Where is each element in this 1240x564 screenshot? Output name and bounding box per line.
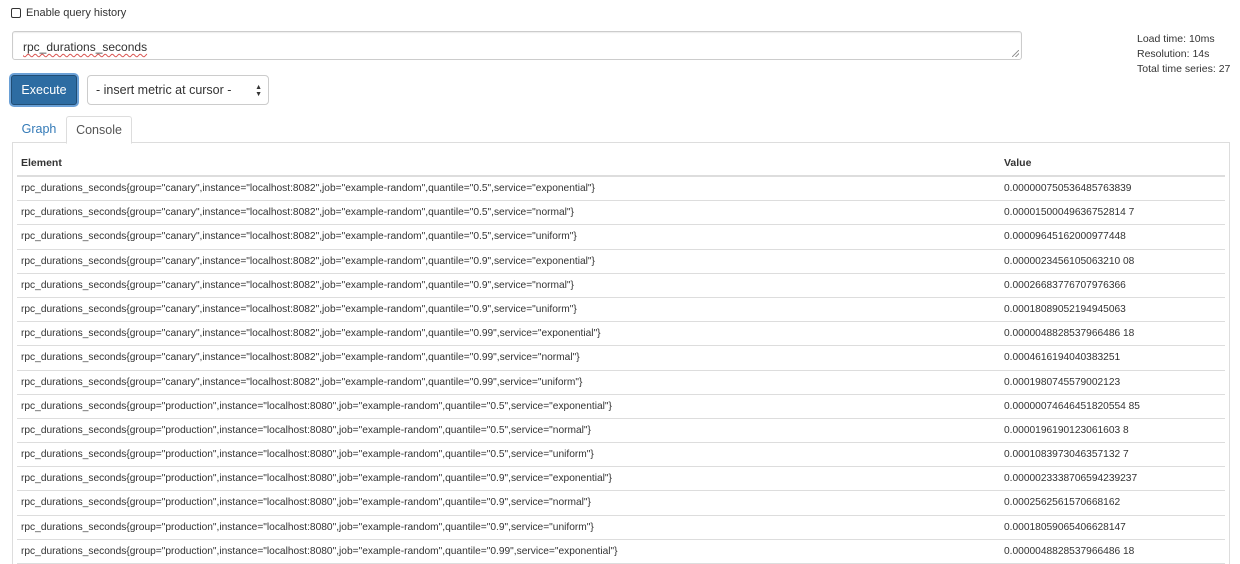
expression-input[interactable]: rpc_durations_seconds xyxy=(12,31,1022,60)
value-cell: 0.00001500049636752814 7 xyxy=(1004,207,1135,219)
value-cell: 0.00018089052194945063 xyxy=(1004,303,1126,315)
resize-grip-icon[interactable] xyxy=(1012,50,1019,57)
value-cell: 0.0002562561570668162 xyxy=(1004,497,1121,509)
execute-button[interactable]: Execute xyxy=(11,75,77,105)
insert-metric-select-value: - insert metric at cursor - xyxy=(96,83,232,97)
element-cell: rpc_durations_seconds{group="production"… xyxy=(21,400,612,412)
view-tabs: Graph Console xyxy=(12,115,132,144)
table-row: rpc_durations_seconds{group="canary",ins… xyxy=(17,322,1225,347)
element-cell: rpc_durations_seconds{group="canary",ins… xyxy=(21,255,595,267)
query-history-label: Enable query history xyxy=(26,7,127,19)
table-row: rpc_durations_seconds{group="production"… xyxy=(17,491,1225,516)
table-row: rpc_durations_seconds{group="canary",ins… xyxy=(17,274,1225,298)
element-cell: rpc_durations_seconds{group="canary",ins… xyxy=(21,352,580,364)
console-panel: Element Value rpc_durations_seconds{grou… xyxy=(12,142,1230,564)
insert-metric-select[interactable]: - insert metric at cursor - ▲ ▼ xyxy=(87,75,269,105)
value-cell: 0.00026683776707976366 xyxy=(1004,279,1126,291)
element-cell: rpc_durations_seconds{group="canary",ins… xyxy=(21,279,574,291)
table-header: Element Value xyxy=(17,151,1225,177)
column-header-element: Element xyxy=(21,157,62,169)
table-row: rpc_durations_seconds{group="canary",ins… xyxy=(17,346,1225,371)
table-row: rpc_durations_seconds{group="canary",ins… xyxy=(17,225,1225,250)
table-row: rpc_durations_seconds{group="production"… xyxy=(17,540,1225,564)
table-row: rpc_durations_seconds{group="canary",ins… xyxy=(17,177,1225,202)
table-row: rpc_durations_seconds{group="production"… xyxy=(17,516,1225,540)
element-cell: rpc_durations_seconds{group="canary",ins… xyxy=(21,231,577,243)
table-row: rpc_durations_seconds{group="canary",ins… xyxy=(17,298,1225,323)
expression-text: rpc_durations_seconds xyxy=(23,40,148,54)
value-cell: 0.00018059065406628147 xyxy=(1004,521,1126,533)
tab-console[interactable]: Console xyxy=(66,116,132,144)
element-cell: rpc_durations_seconds{group="production"… xyxy=(21,545,618,557)
query-history-checkbox[interactable] xyxy=(11,8,21,18)
element-cell: rpc_durations_seconds{group="production"… xyxy=(21,521,594,533)
value-cell: 0.0000023456105063210 08 xyxy=(1004,255,1135,267)
table-row: rpc_durations_seconds{group="canary",ins… xyxy=(17,250,1225,274)
element-cell: rpc_durations_seconds{group="production"… xyxy=(21,449,594,461)
select-arrows-icon: ▲ ▼ xyxy=(255,84,262,98)
query-history-toggle[interactable]: Enable query history xyxy=(11,6,126,20)
table-row: rpc_durations_seconds{group="production"… xyxy=(17,443,1225,468)
query-stats: Load time: 10ms Resolution: 14s Total ti… xyxy=(1137,32,1230,77)
value-cell: 0.0000048828537966486 18 xyxy=(1004,545,1135,557)
table-row: rpc_durations_seconds{group="canary",ins… xyxy=(17,371,1225,395)
value-cell: 0.0004616194040383251 xyxy=(1004,352,1121,364)
table-row: rpc_durations_seconds{group="production"… xyxy=(17,467,1225,492)
element-cell: rpc_durations_seconds{group="canary",ins… xyxy=(21,328,601,340)
element-cell: rpc_durations_seconds{group="canary",ins… xyxy=(21,376,583,388)
table-row: rpc_durations_seconds{group="production"… xyxy=(17,395,1225,419)
value-cell: 0.0000048828537966486 18 xyxy=(1004,328,1135,340)
table-row: rpc_durations_seconds{group="production"… xyxy=(17,419,1225,444)
element-cell: rpc_durations_seconds{group="production"… xyxy=(21,497,591,509)
resolution: Resolution: 14s xyxy=(1137,48,1210,60)
value-cell: 0.0000196190123061603 8 xyxy=(1004,424,1129,436)
value-cell: 0.00009645162000977448 xyxy=(1004,231,1126,243)
element-cell: rpc_durations_seconds{group="canary",ins… xyxy=(21,303,577,315)
column-header-value: Value xyxy=(1004,157,1032,169)
value-cell: 0.000000750536485763839 xyxy=(1004,183,1132,194)
tab-graph[interactable]: Graph xyxy=(12,115,66,143)
value-cell: 0.00000074646451820554 85 xyxy=(1004,400,1140,412)
value-cell: 0.0000023338706594239237 xyxy=(1004,473,1138,485)
element-cell: rpc_durations_seconds{group="canary",ins… xyxy=(21,207,574,219)
table-row: rpc_durations_seconds{group="canary",ins… xyxy=(17,201,1225,226)
element-cell: rpc_durations_seconds{group="production"… xyxy=(21,473,612,485)
total-time-series: Total time series: 27 xyxy=(1137,63,1231,75)
element-cell: rpc_durations_seconds{group="canary",ins… xyxy=(21,183,595,194)
result-rows: rpc_durations_seconds{group="canary",ins… xyxy=(17,177,1225,564)
element-cell: rpc_durations_seconds{group="production"… xyxy=(21,424,591,436)
value-cell: 0.0001980745579002123 xyxy=(1004,376,1121,388)
value-cell: 0.0001083973046357132 7 xyxy=(1004,449,1129,461)
load-time: Load time: 10ms xyxy=(1137,33,1215,45)
